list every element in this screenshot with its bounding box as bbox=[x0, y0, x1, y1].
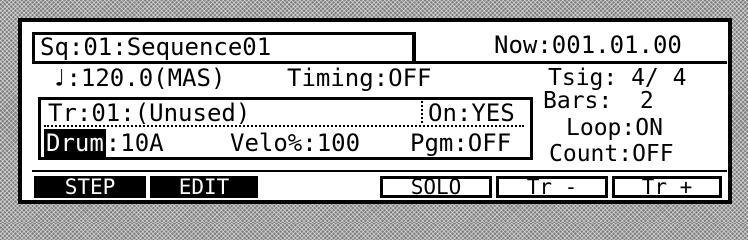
softkey-divider bbox=[32, 170, 727, 172]
tempo-field[interactable]: ♩:120.0(MAS) bbox=[52, 66, 225, 90]
edit-button[interactable]: EDIT bbox=[150, 176, 258, 198]
track-field[interactable]: Tr:01:(Unused) bbox=[48, 101, 250, 125]
timing-field[interactable]: Timing:OFF bbox=[287, 66, 432, 90]
count-field[interactable]: Count:OFF bbox=[549, 143, 674, 166]
track-down-button[interactable]: Tr - bbox=[496, 176, 608, 198]
track-up-button[interactable]: Tr + bbox=[612, 176, 722, 198]
bars-field[interactable]: Bars: 2 bbox=[543, 90, 654, 113]
on-separator bbox=[421, 101, 423, 123]
blank-function-key bbox=[262, 176, 376, 198]
now-position-field[interactable]: Now:001.01.00 bbox=[494, 33, 682, 57]
track-on-field[interactable]: On:YES bbox=[428, 101, 515, 125]
track-type-field[interactable]: Drum bbox=[44, 129, 106, 157]
solo-button[interactable]: SOLO bbox=[380, 176, 492, 198]
loop-field[interactable]: Loop:ON bbox=[566, 117, 663, 140]
sequence-field[interactable]: Sq:01:Sequence01 bbox=[40, 35, 271, 59]
velocity-field[interactable]: Velo%:100 bbox=[230, 131, 360, 155]
track-channel-field[interactable]: :10A bbox=[106, 129, 164, 157]
track-divider bbox=[44, 125, 524, 127]
track-type-row: Drum:10A bbox=[44, 129, 164, 157]
step-button[interactable]: STEP bbox=[34, 176, 146, 198]
time-signature-field[interactable]: Tsig: 4/ 4 bbox=[548, 67, 686, 90]
program-field[interactable]: Pgm:OFF bbox=[410, 131, 511, 155]
